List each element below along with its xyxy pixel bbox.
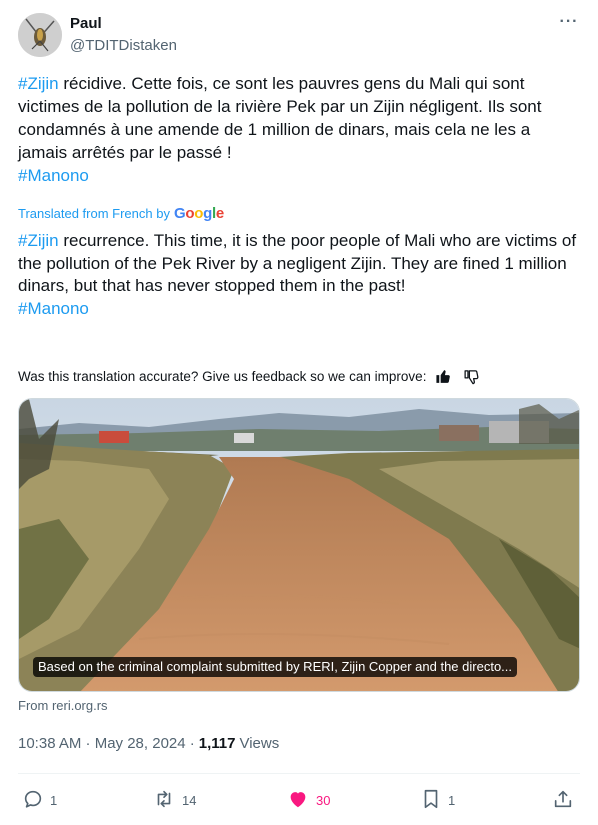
author-name[interactable]: Paul — [70, 15, 102, 32]
author-handle[interactable]: @TDITDistaken — [70, 37, 177, 54]
repost-icon — [152, 788, 176, 813]
hashtag-link[interactable]: #Zijin — [18, 231, 59, 250]
bookmark-button[interactable]: 1 — [420, 788, 455, 812]
post-image[interactable]: Based on the criminal complaint submitte… — [18, 398, 580, 692]
bookmark-count: 1 — [448, 792, 456, 808]
hashtag-link[interactable]: #Manono — [18, 164, 580, 187]
post-meta: 10:38 AM · May 28, 2024 · 1,117 Views — [18, 735, 279, 752]
more-icon[interactable]: ··· — [558, 14, 580, 36]
translation-feedback: Was this translation accurate? Give us f… — [18, 366, 580, 386]
divider — [18, 773, 580, 774]
reply-icon — [22, 788, 44, 813]
translation-body: recurrence. This time, it is the poor pe… — [18, 231, 577, 295]
repost-count: 14 — [182, 792, 197, 808]
timestamp[interactable]: 10:38 AM · May 28, 2024 · — [18, 735, 195, 752]
share-button[interactable] — [552, 788, 574, 812]
hashtag-link[interactable]: #Manono — [18, 298, 583, 321]
translation-attribution[interactable]: Translated from French by Google — [18, 205, 224, 222]
thumbs-down-icon[interactable] — [462, 367, 480, 385]
feedback-prompt: Was this translation accurate? Give us f… — [18, 368, 427, 384]
avatar[interactable] — [18, 13, 62, 57]
action-bar: 1 14 30 1 — [18, 788, 580, 812]
like-count: 30 — [316, 792, 331, 808]
bookmark-icon — [420, 788, 442, 813]
translated-text: #Zijin recurrence. This time, it is the … — [18, 230, 583, 320]
post-header: Paul @TDITDistaken ··· — [18, 12, 580, 60]
like-button[interactable]: 30 — [286, 788, 330, 812]
reply-button[interactable]: 1 — [22, 788, 57, 812]
views-count[interactable]: 1,117 — [199, 735, 236, 752]
media-caption: Based on the criminal complaint submitte… — [33, 657, 518, 677]
thumbs-up-icon[interactable] — [434, 367, 452, 385]
original-text: #Zijin récidive. Cette fois, ce sont les… — [18, 72, 580, 187]
heart-icon — [286, 788, 310, 813]
source-link[interactable]: From reri.org.rs — [18, 698, 108, 713]
views-label: Views — [239, 735, 280, 752]
google-logo: Google — [173, 205, 224, 222]
repost-button[interactable]: 14 — [152, 788, 196, 812]
hashtag-link[interactable]: #Zijin — [18, 74, 59, 93]
translated-from-label: Translated from French by — [18, 206, 170, 221]
original-body: récidive. Cette fois, ce sont les pauvre… — [18, 74, 542, 162]
share-icon — [552, 788, 574, 813]
reply-count: 1 — [50, 792, 58, 808]
